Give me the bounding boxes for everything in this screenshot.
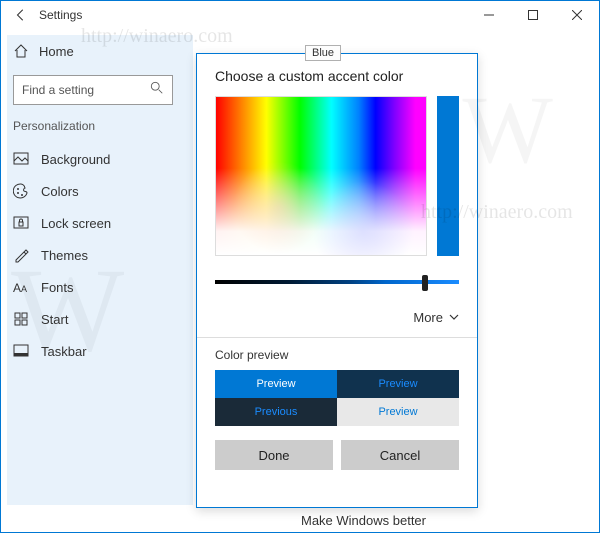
preview-tile: Previous (215, 398, 337, 426)
cancel-button[interactable]: Cancel (341, 440, 459, 470)
search-input[interactable]: Find a setting (13, 75, 173, 105)
done-button[interactable]: Done (215, 440, 333, 470)
close-button[interactable] (555, 1, 599, 29)
colors-icon (13, 183, 29, 199)
minimize-button[interactable] (467, 1, 511, 29)
sidebar-item-label: Taskbar (41, 344, 87, 359)
footer-text: Make Windows better (301, 513, 426, 528)
svg-text:A: A (13, 281, 21, 295)
section-label: Personalization (13, 119, 181, 133)
search-placeholder: Find a setting (22, 83, 94, 97)
sidebar-item-lockscreen[interactable]: Lock screen (13, 207, 181, 239)
sidebar-item-background[interactable]: Background (13, 143, 181, 175)
back-button[interactable] (9, 8, 33, 22)
lock-screen-icon (13, 215, 29, 231)
home-button[interactable]: Home (13, 37, 181, 65)
preview-tile: Preview (337, 398, 459, 426)
chevron-down-icon (449, 310, 459, 325)
dialog-title: Choose a custom accent color (215, 68, 459, 84)
preview-label: Color preview (215, 348, 459, 362)
start-icon (13, 311, 29, 327)
titlebar: Settings (1, 1, 599, 29)
more-toggle[interactable]: More (215, 310, 459, 325)
sidebar-item-taskbar[interactable]: Taskbar (13, 335, 181, 367)
divider (197, 337, 477, 338)
search-icon (150, 81, 164, 100)
sidebar-item-label: Lock screen (41, 216, 111, 231)
sidebar-item-themes[interactable]: Themes (13, 239, 181, 271)
sidebar-item-label: Colors (41, 184, 79, 199)
color-canvas[interactable] (215, 96, 427, 256)
sidebar-item-label: Fonts (41, 280, 74, 295)
sidebar-item-start[interactable]: Start (13, 303, 181, 335)
background-icon (13, 151, 29, 167)
sidebar-item-fonts[interactable]: AA Fonts (13, 271, 181, 303)
window-controls (467, 1, 599, 29)
sidebar-item-label: Themes (41, 248, 88, 263)
home-label: Home (39, 44, 74, 59)
preview-tile: Preview (337, 370, 459, 398)
hue-thumb[interactable] (422, 275, 428, 291)
taskbar-icon (13, 343, 29, 359)
settings-window: Settings Home Find a setting Personaliza… (0, 0, 600, 533)
preview-grid: Preview Preview Previous Preview (215, 370, 459, 426)
home-icon (13, 43, 29, 59)
hue-slider[interactable] (215, 280, 459, 292)
maximize-button[interactable] (511, 1, 555, 29)
window-title: Settings (39, 8, 82, 22)
tooltip: Blue (305, 45, 341, 61)
sidebar: Home Find a setting Personalization Back… (1, 29, 181, 532)
themes-icon (13, 247, 29, 263)
value-slider[interactable] (437, 96, 459, 256)
sidebar-item-label: Start (41, 312, 68, 327)
sidebar-item-label: Background (41, 152, 110, 167)
color-picker-dialog: Choose a custom accent color More Color … (196, 53, 478, 508)
more-label: More (413, 310, 443, 325)
sidebar-item-colors[interactable]: Colors (13, 175, 181, 207)
fonts-icon: AA (13, 279, 29, 295)
svg-text:A: A (21, 284, 27, 294)
preview-tile: Preview (215, 370, 337, 398)
